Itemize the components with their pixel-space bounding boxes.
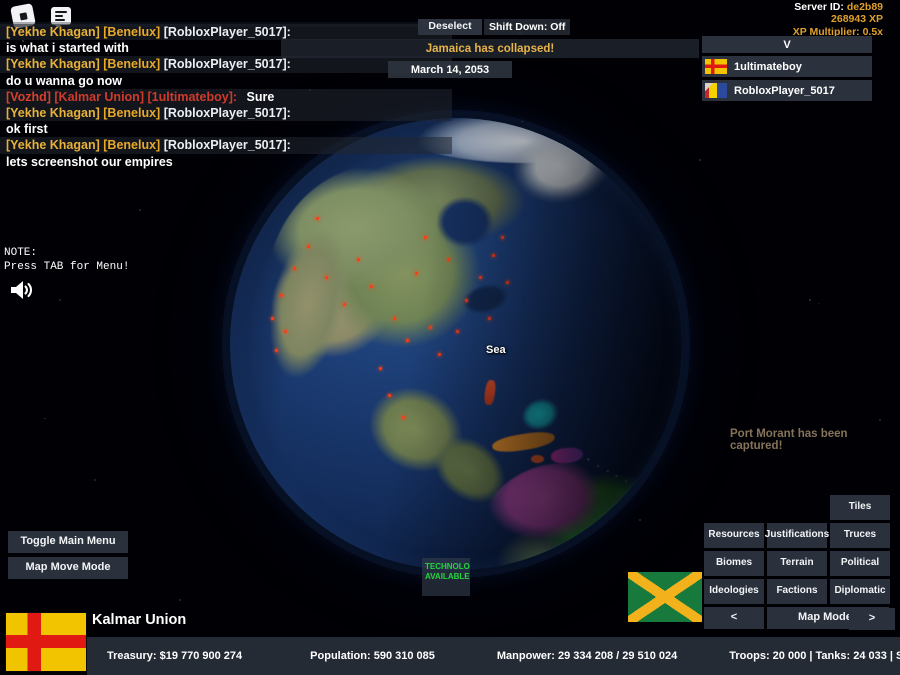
chat-message: Sure [246, 89, 275, 104]
game-date-bar: March 14, 2053 [388, 61, 512, 78]
chat-line: [Yekhe Khagan] [Benelux] [RobloxPlayer_5… [0, 105, 452, 122]
chat-user-tag: [RobloxPlayer_5017]: [163, 25, 291, 39]
player-list[interactable]: V 1ultimateboy RobloxPlayer_5017 [702, 36, 872, 101]
chat-user-tag: [1ultimateboy]: [147, 89, 238, 104]
chat-message: do u wanna go now [6, 73, 122, 88]
chat-nation-tag: [Benelux] [103, 106, 161, 121]
chat-nation-tag: [Benelux] [103, 138, 161, 153]
player-name: 1ultimateboy [734, 60, 802, 73]
map-mode-truces[interactable]: Truces [830, 523, 890, 548]
globe-viewport[interactable] [230, 118, 682, 570]
chat-rank-tag: [Vozhd] [6, 89, 51, 104]
event-banner: Jamaica has collapsed! [281, 39, 699, 58]
xp-amount: 268943 XP [831, 13, 883, 26]
nation-flag-icon [5, 612, 87, 672]
technology-available-tag[interactable]: TECHNOLOGY AVAILABLE [422, 558, 470, 596]
player-list-item[interactable]: RobloxPlayer_5017 [702, 80, 872, 101]
map-mode-biomes[interactable]: Biomes [704, 551, 764, 576]
chat-line: [Vozhd] [Kalmar Union] [1ultimateboy]: S… [0, 88, 452, 106]
player-list-item[interactable]: 1ultimateboy [702, 56, 872, 77]
map-mode-tiles[interactable]: Tiles [830, 495, 890, 520]
stat-manpower: Manpower: 29 334 208 / 29 510 024 [496, 650, 678, 662]
chat-message: lets screenshot our empires [6, 154, 173, 169]
game-date: March 14, 2053 [410, 63, 490, 76]
tab-menu-note: NOTE: Press TAB for Menu! [4, 247, 130, 273]
speaker-icon[interactable] [8, 278, 34, 302]
server-id-row: Server ID: de2b89 [793, 1, 883, 13]
map-mode-justifications[interactable]: Justifications [765, 523, 829, 548]
map-modes-grid: Tiles Resources Justifications Truces Bi… [704, 495, 890, 604]
stat-population: Population: 590 310 085 [310, 650, 435, 662]
stat-treasury: Treasury: $19 770 900 274 [107, 650, 243, 662]
event-banner-text: Jamaica has collapsed! [425, 42, 555, 55]
sea-map-label: Sea [486, 344, 506, 356]
city-lights-overlay [230, 118, 682, 570]
chat-nation-tag: [Benelux] [103, 25, 161, 39]
map-mode-resources[interactable]: Resources [704, 523, 764, 548]
chat-message: ok first [6, 122, 48, 137]
chat-user-tag: [RobloxPlayer_5017]: [163, 138, 291, 153]
map-mode-ideologies[interactable]: Ideologies [704, 579, 764, 604]
stat-military: Troops: 20 000 | Tanks: 24 033 | Ships: … [729, 650, 900, 662]
server-id-label: Server ID: [794, 1, 844, 13]
chat-user-tag: [RobloxPlayer_5017]: [163, 57, 291, 72]
nation-stats-bar: Treasury: $19 770 900 274 Population: 59… [87, 637, 900, 675]
earth-globe[interactable] [230, 118, 682, 570]
player-flag-icon [705, 83, 727, 98]
shift-down-status: Shift Down: Off [484, 19, 571, 35]
map-move-mode-button[interactable]: Map Move Mode [8, 557, 128, 579]
capture-notification: Port Morant has been captured! [730, 428, 848, 452]
map-mode-factions[interactable]: Factions [767, 579, 827, 604]
map-mode-terrain[interactable]: Terrain [767, 551, 827, 576]
toggle-main-menu-button[interactable]: Toggle Main Menu [8, 531, 128, 553]
chat-line: [Yekhe Khagan] [Benelux] [RobloxPlayer_5… [0, 56, 452, 73]
server-id-value: de2b89 [846, 1, 883, 13]
nation-status-bar: Kalmar Union Treasury: $19 770 900 274 P… [0, 605, 900, 675]
chat-line: [Yekhe Khagan] [Benelux] [RobloxPlayer_5… [0, 24, 452, 41]
player-name: RobloxPlayer_5017 [734, 84, 835, 97]
chat-user-tag: [RobloxPlayer_5017]: [163, 106, 291, 121]
nation-name: Kalmar Union [92, 612, 187, 628]
chat-nation-tag: [Kalmar Union] [54, 89, 144, 104]
player-flag-icon [705, 59, 727, 74]
chat-rank-tag: [Yekhe Khagan] [6, 57, 100, 72]
player-list-toggle[interactable]: V [702, 36, 872, 53]
chat-rank-tag: [Yekhe Khagan] [6, 138, 100, 153]
chat-rank-tag: [Yekhe Khagan] [6, 25, 100, 39]
map-mode-political[interactable]: Political [830, 551, 890, 576]
deselect-button[interactable]: Deselect [418, 19, 482, 35]
map-mode-diplomatic[interactable]: Diplomatic [830, 579, 890, 604]
chat-rank-tag: [Yekhe Khagan] [6, 106, 100, 121]
chat-line: [Yekhe Khagan] [Benelux] [RobloxPlayer_5… [0, 137, 452, 154]
server-info: Server ID: de2b89 268943 XP XP Multiplie… [793, 1, 883, 38]
chat-nation-tag: [Benelux] [103, 57, 161, 72]
